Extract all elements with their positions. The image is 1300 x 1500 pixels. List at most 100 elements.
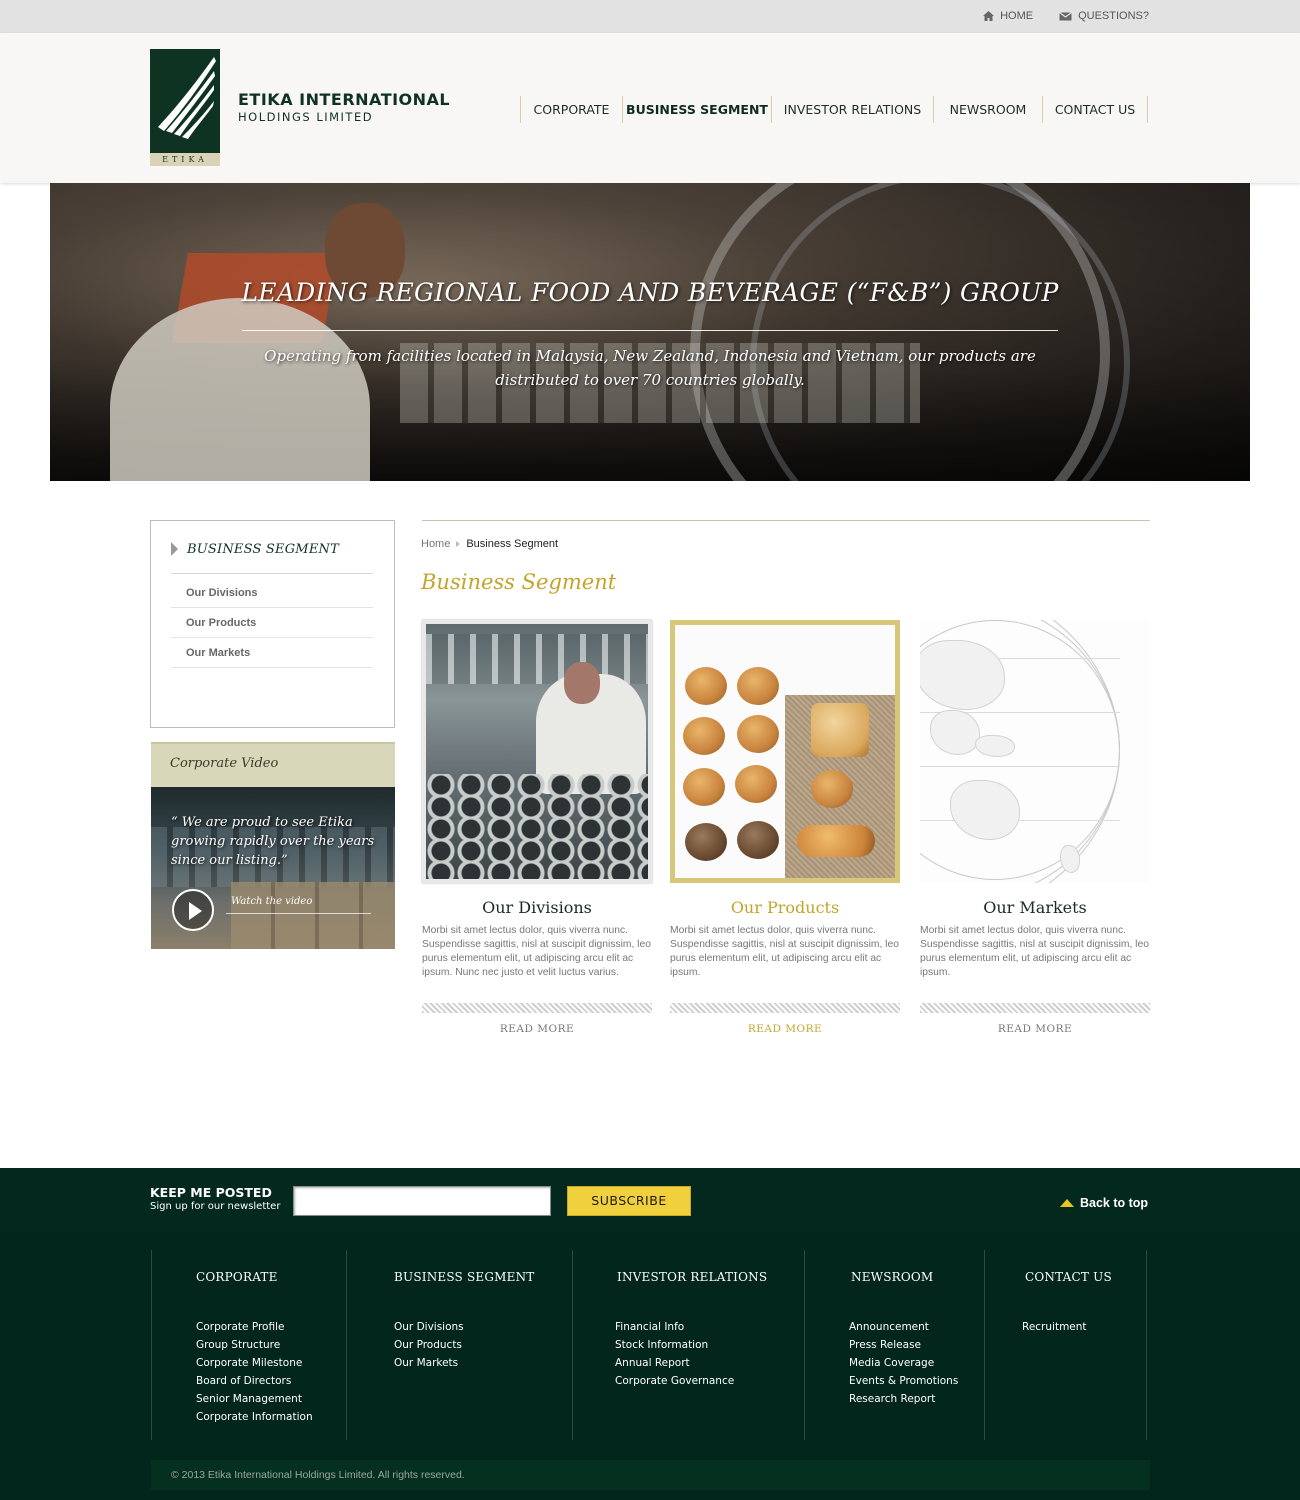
read-more-link[interactable]: READ MORE — [670, 1023, 900, 1035]
card-text: Morbi sit amet lectus dolor, quis viverr… — [422, 925, 651, 978]
video-thumbnail[interactable]: “ We are proud to see Etika growing rapi… — [151, 787, 395, 949]
footer-link-list: Financial Info Stock Information Annual … — [615, 1318, 734, 1390]
footer-link[interactable]: Corporate Profile — [196, 1318, 313, 1336]
factory-worker-face — [564, 662, 600, 704]
card-divider — [920, 1003, 1150, 1013]
bread-bun — [737, 667, 779, 705]
footer-link[interactable]: Group Structure — [196, 1336, 313, 1354]
bread-bun — [683, 768, 725, 806]
footer-heading[interactable]: INVESTOR RELATIONS — [617, 1270, 767, 1284]
sidebar-list: Our Divisions Our Products Our Markets — [171, 578, 373, 668]
breadcrumb-home[interactable]: Home — [421, 538, 450, 550]
watch-video-underline — [226, 913, 371, 914]
site-footer: CORPORATE Corporate Profile Group Struct… — [0, 1232, 1300, 1500]
video-quote: “ We are proud to see Etika growing rapi… — [171, 815, 375, 868]
card-our-products: Our Products Morbi sit amet lectus dolor… — [670, 620, 900, 1035]
markets-image[interactable] — [920, 620, 1150, 883]
card-text: Morbi sit amet lectus dolor, quis viverr… — [920, 925, 1149, 978]
footer-column-investor-relations: INVESTOR RELATIONS Financial Info Stock … — [572, 1250, 804, 1440]
card-title[interactable]: Our Markets — [920, 898, 1150, 917]
footer-heading[interactable]: CORPORATE — [196, 1270, 278, 1284]
footer-link[interactable]: Press Release — [849, 1336, 958, 1354]
bread-bun — [737, 821, 779, 859]
breadcrumb-current: Business Segment — [466, 538, 559, 550]
corporate-video-widget: Corporate Video “ We are proud to see Et… — [151, 742, 395, 949]
bread-bun — [685, 667, 727, 705]
triangle-right-icon — [171, 542, 178, 556]
footer-heading[interactable]: BUSINESS SEGMENT — [394, 1270, 535, 1284]
brand-name: ETIKA INTERNATIONAL — [238, 90, 451, 109]
sidebar-item-our-divisions[interactable]: Our Divisions — [171, 578, 373, 608]
footer-link[interactable]: Annual Report — [615, 1354, 734, 1372]
card-our-divisions: Our Divisions Morbi sit amet lectus dolo… — [422, 620, 652, 1035]
footer-link-list: Announcement Press Release Media Coverag… — [849, 1318, 958, 1408]
footer-link[interactable]: Research Report — [849, 1390, 958, 1408]
footer-link[interactable]: Corporate Milestone — [196, 1354, 313, 1372]
footer-link[interactable]: Stock Information — [615, 1336, 734, 1354]
footer-link[interactable]: Our Products — [394, 1336, 464, 1354]
watch-video-link[interactable]: Watch the video — [231, 896, 312, 907]
square-bread — [811, 703, 869, 757]
back-to-top-label: Back to top — [1080, 1196, 1149, 1210]
play-icon — [189, 902, 202, 920]
hero-description: Operating from facilities located in Mal… — [264, 347, 1036, 389]
footer-link[interactable]: Financial Info — [615, 1318, 734, 1336]
content-top-rule — [422, 520, 1150, 521]
nav-contact-us[interactable]: CONTACT US — [1043, 96, 1148, 123]
factory-photo — [426, 624, 648, 879]
newsletter-bar: KEEP ME POSTED Sign up for our newslette… — [0, 1168, 1300, 1232]
nav-business-segment[interactable]: BUSINESS SEGMENT — [623, 96, 772, 123]
video-heading: Corporate Video — [151, 742, 395, 787]
sidebar-item-our-markets[interactable]: Our Markets — [171, 638, 373, 668]
footer-link[interactable]: Recruitment — [1022, 1318, 1087, 1336]
warehouse-boxes — [231, 882, 395, 949]
home-link[interactable]: HOME — [983, 10, 1033, 22]
footer-link-list: Our Divisions Our Products Our Markets — [394, 1318, 464, 1372]
sidebar-title: BUSINESS SEGMENT — [187, 542, 339, 557]
etika-logo[interactable]: ETIKA — [150, 49, 220, 166]
footer-link[interactable]: Our Markets — [394, 1354, 464, 1372]
read-more-link[interactable]: READ MORE — [422, 1023, 652, 1035]
card-title[interactable]: Our Products — [670, 898, 900, 917]
footer-column-contact-us: CONTACT US Recruitment — [984, 1250, 1147, 1440]
newsletter-email-input[interactable] — [293, 1186, 551, 1216]
subscribe-button[interactable]: SUBSCRIBE — [567, 1186, 691, 1216]
footer-column-business-segment: BUSINESS SEGMENT Our Divisions Our Produ… — [346, 1250, 572, 1440]
footer-heading[interactable]: CONTACT US — [1025, 1270, 1112, 1284]
home-icon — [983, 11, 995, 21]
bread-bun — [735, 765, 777, 803]
read-more-link[interactable]: READ MORE — [920, 1023, 1150, 1035]
top-utility-bar: HOME QUESTIONS? — [0, 0, 1300, 33]
nav-newsroom[interactable]: NEWSROOM — [934, 96, 1043, 123]
questions-link[interactable]: QUESTIONS? — [1059, 10, 1149, 22]
footer-link[interactable]: Corporate Governance — [615, 1372, 734, 1390]
footer-link[interactable]: Media Coverage — [849, 1354, 958, 1372]
footer-heading[interactable]: NEWSROOM — [851, 1270, 933, 1284]
main-navigation: CORPORATE BUSINESS SEGMENT INVESTOR RELA… — [520, 96, 1148, 123]
breadcrumb: Home Business Segment — [421, 538, 558, 550]
sidebar-item-our-products[interactable]: Our Products — [171, 608, 373, 638]
footer-link[interactable]: Events & Promotions — [849, 1372, 958, 1390]
divisions-image[interactable] — [422, 620, 652, 883]
nav-corporate[interactable]: CORPORATE — [521, 96, 623, 123]
page-title: Business Segment — [421, 570, 617, 594]
footer-link-list: Corporate Profile Group Structure Corpor… — [196, 1318, 313, 1426]
footer-link[interactable]: Board of Directors — [196, 1372, 313, 1390]
utility-links: HOME QUESTIONS? — [983, 10, 1149, 22]
bread-bun — [683, 717, 725, 755]
footer-link[interactable]: Announcement — [849, 1318, 958, 1336]
products-image[interactable] — [670, 620, 900, 883]
back-to-top-link[interactable]: Back to top — [1060, 1196, 1148, 1210]
card-our-markets: Our Markets Morbi sit amet lectus dolor,… — [920, 620, 1150, 1035]
nav-investor-relations[interactable]: INVESTOR RELATIONS — [772, 96, 934, 123]
footer-column-newsroom: NEWSROOM Announcement Press Release Medi… — [804, 1250, 984, 1440]
play-button[interactable] — [172, 889, 214, 931]
footer-link[interactable]: Senior Management — [196, 1390, 313, 1408]
footer-link[interactable]: Our Divisions — [394, 1318, 464, 1336]
footer-link[interactable]: Corporate Information — [196, 1408, 313, 1426]
card-title[interactable]: Our Divisions — [422, 898, 652, 917]
footer-column-corporate: CORPORATE Corporate Profile Group Struct… — [151, 1250, 346, 1440]
factory-cans — [426, 774, 648, 879]
breadcrumb-separator-icon — [456, 541, 461, 547]
hero-title: LEADING REGIONAL FOOD AND BEVERAGE (“F&B… — [241, 278, 1059, 307]
